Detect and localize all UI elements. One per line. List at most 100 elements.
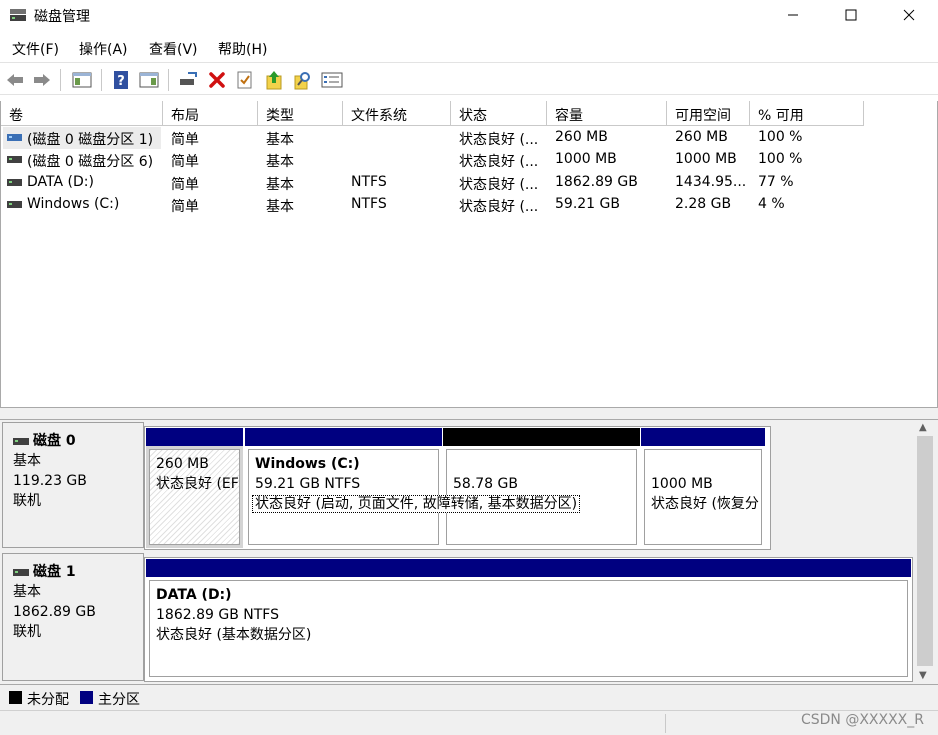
watermark: CSDN @XXXXX_R — [800, 712, 924, 728]
properties-button[interactable] — [321, 69, 343, 91]
volume-filesystem: NTFS — [351, 196, 387, 212]
toolbar-separator — [168, 69, 169, 91]
disk-name: 磁盘 0 — [33, 433, 76, 449]
partition-title — [453, 454, 636, 474]
disk-0-partitions: 260 MB 状态良好 (EF Windows (C:) 59.21 GB NT… — [144, 426, 771, 550]
table-row[interactable]: DATA (D:) 简单 基本 NTFS 状态良好 (... 1862.89 G… — [1, 172, 937, 194]
disk-size: 119.23 GB — [13, 473, 87, 489]
column-header-layout[interactable]: 布局 — [163, 101, 258, 126]
delete-icon — [209, 72, 225, 88]
partition-status: 状态良好 (EF — [156, 476, 239, 492]
scroll-down-icon[interactable]: ▼ — [919, 670, 927, 681]
volume-icon — [7, 201, 22, 208]
table-row[interactable]: Windows (C:) 简单 基本 NTFS 状态良好 (... 59.21 … — [1, 194, 937, 216]
partition-efi[interactable]: 260 MB 状态良好 (EF — [146, 428, 243, 548]
disk-icon — [13, 568, 29, 576]
disk-state: 联机 — [13, 624, 41, 640]
partition-windows-c[interactable]: Windows (C:) 59.21 GB NTFS 状态良好 (启动, 页面文… — [245, 428, 581, 548]
back-button[interactable] — [4, 69, 26, 91]
disk-name: 磁盘 1 — [33, 564, 76, 580]
table-row[interactable]: (磁盘 0 磁盘分区 6) 简单 基本 状态良好 (... 1000 MB 10… — [1, 149, 937, 171]
partition-data-d[interactable]: DATA (D:) 1862.89 GB NTFS 状态良好 (基本数据分区) — [146, 559, 911, 680]
status-bar — [0, 710, 938, 735]
scroll-thumb[interactable] — [917, 436, 933, 666]
close-button[interactable] — [886, 0, 932, 30]
show-hide-tree-button[interactable] — [71, 69, 93, 91]
partition-body: DATA (D:) 1862.89 GB NTFS 状态良好 (基本数据分区) — [149, 580, 908, 677]
volume-layout: 简单 — [171, 132, 199, 148]
checklist-button[interactable] — [234, 69, 256, 91]
pane-splitter[interactable] — [0, 408, 938, 420]
column-header-free-space[interactable]: 可用空间 — [667, 101, 750, 126]
window-title: 磁盘管理 — [34, 9, 90, 25]
partition-title: DATA (D:) — [156, 587, 232, 603]
table-row[interactable]: (磁盘 0 磁盘分区 1) 简单 基本 状态良好 (... 260 MB 260… — [1, 127, 937, 149]
delete-button[interactable] — [206, 69, 228, 91]
connect-disk-button[interactable] — [177, 69, 199, 91]
column-header-volume[interactable]: 卷 — [1, 101, 163, 126]
menu-help[interactable]: 帮助(H) — [218, 39, 267, 59]
volume-status: 状态良好 (... — [459, 177, 539, 193]
disk-0-name-row: 磁盘 0 — [13, 431, 143, 451]
disk-management-app-icon — [10, 9, 26, 21]
checklist-icon — [237, 71, 252, 89]
minimize-button[interactable] — [770, 0, 816, 30]
legend: 未分配 主分区 — [0, 684, 938, 710]
column-header-percent-free[interactable]: % 可用 — [750, 101, 864, 126]
column-header-type[interactable]: 类型 — [258, 101, 343, 126]
disk-kind: 基本 — [13, 453, 41, 469]
partition-size: 1862.89 GB NTFS — [156, 607, 279, 623]
volume-status: 状态良好 (... — [459, 199, 539, 215]
toolbar-separator — [101, 69, 102, 91]
volume-name: (磁盘 0 磁盘分区 6) — [27, 154, 154, 170]
volume-icon — [7, 156, 22, 163]
connect-disk-icon — [180, 72, 197, 85]
partition-recovery[interactable]: 1000 MB 状态良好 (恢复分 — [641, 428, 765, 548]
properties-list-icon — [321, 72, 343, 88]
graph-scrollbar[interactable]: ▲ ▼ — [914, 420, 936, 684]
forward-arrow-icon — [34, 74, 50, 86]
volume-percent-free: 100 % — [758, 151, 803, 167]
partition-size: 59.21 GB NTFS — [255, 476, 361, 492]
maximize-button[interactable] — [828, 0, 874, 30]
back-arrow-icon — [7, 74, 23, 86]
forward-button[interactable] — [31, 69, 53, 91]
volume-percent-free: 100 % — [758, 129, 803, 145]
volume-type: 基本 — [266, 154, 294, 170]
volume-free-space: 2.28 GB — [675, 196, 732, 212]
disk-1-label[interactable]: 磁盘 1 基本 1862.89 GB 联机 — [2, 553, 144, 681]
volume-layout: 简单 — [171, 177, 199, 193]
partition-bar — [443, 428, 640, 446]
up-level-button[interactable] — [263, 69, 285, 91]
properties-pane-icon — [139, 72, 159, 88]
scroll-up-icon[interactable]: ▲ — [919, 422, 927, 433]
help-button[interactable]: ? — [110, 69, 132, 91]
volume-capacity: 1000 MB — [555, 151, 617, 167]
disk-0-label[interactable]: 磁盘 0 基本 119.23 GB 联机 — [2, 422, 144, 548]
partition-unallocated[interactable]: 58.78 GB — [443, 428, 640, 548]
partition-size: 58.78 GB — [453, 476, 518, 492]
title-bar: 磁盘管理 — [0, 0, 938, 32]
column-header-status[interactable]: 状态 — [451, 101, 547, 126]
search-icon — [294, 72, 310, 90]
menu-action[interactable]: 操作(A) — [79, 39, 128, 59]
volume-percent-free: 77 % — [758, 174, 794, 190]
volume-capacity: 59.21 GB — [555, 196, 620, 212]
search-button[interactable] — [292, 69, 314, 91]
legend-label-primary: 主分区 — [98, 692, 140, 708]
column-header-filesystem[interactable]: 文件系统 — [343, 101, 451, 126]
show-hide-pane-icon — [72, 72, 92, 88]
legend-swatch-unallocated — [9, 691, 22, 704]
menu-view[interactable]: 查看(V) — [149, 39, 198, 59]
volume-filesystem: NTFS — [351, 174, 387, 190]
partition-status: 状态良好 (基本数据分区) — [156, 627, 312, 643]
partition-body: 1000 MB 状态良好 (恢复分 — [644, 449, 762, 545]
svg-text:?: ? — [117, 74, 125, 89]
column-header-capacity[interactable]: 容量 — [547, 101, 667, 126]
volume-type: 基本 — [266, 177, 294, 193]
volume-type: 基本 — [266, 199, 294, 215]
menu-file[interactable]: 文件(F) — [12, 39, 59, 59]
show-action-pane-button[interactable] — [138, 69, 160, 91]
volume-status: 状态良好 (... — [459, 154, 539, 170]
disk-state: 联机 — [13, 493, 41, 509]
